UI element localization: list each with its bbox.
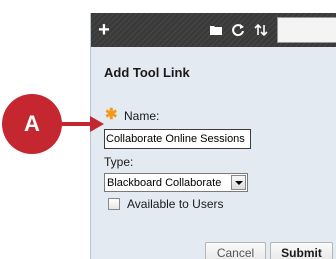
available-label: Available to Users — [127, 197, 224, 211]
folder-icon[interactable] — [207, 13, 225, 47]
refresh-icon[interactable] — [229, 13, 247, 47]
toolbar: + — [91, 13, 336, 47]
sort-icon[interactable] — [252, 13, 270, 47]
name-label: Name: — [124, 109, 160, 123]
type-select-value: Blackboard Collaborate — [107, 176, 222, 189]
toolbar-field[interactable] — [277, 17, 336, 43]
type-select[interactable]: Blackboard Collaborate — [104, 173, 248, 192]
submit-button[interactable]: Submit — [270, 242, 333, 259]
add-tool-link-panel: + Add Tool Link ✱ Name: Type: Blackboard… — [90, 13, 336, 259]
callout-badge: A — [2, 94, 62, 154]
name-input[interactable] — [104, 129, 251, 149]
cancel-button[interactable]: Cancel — [205, 242, 266, 259]
form-heading: Add Tool Link — [104, 65, 190, 80]
chevron-down-icon[interactable] — [231, 175, 246, 190]
